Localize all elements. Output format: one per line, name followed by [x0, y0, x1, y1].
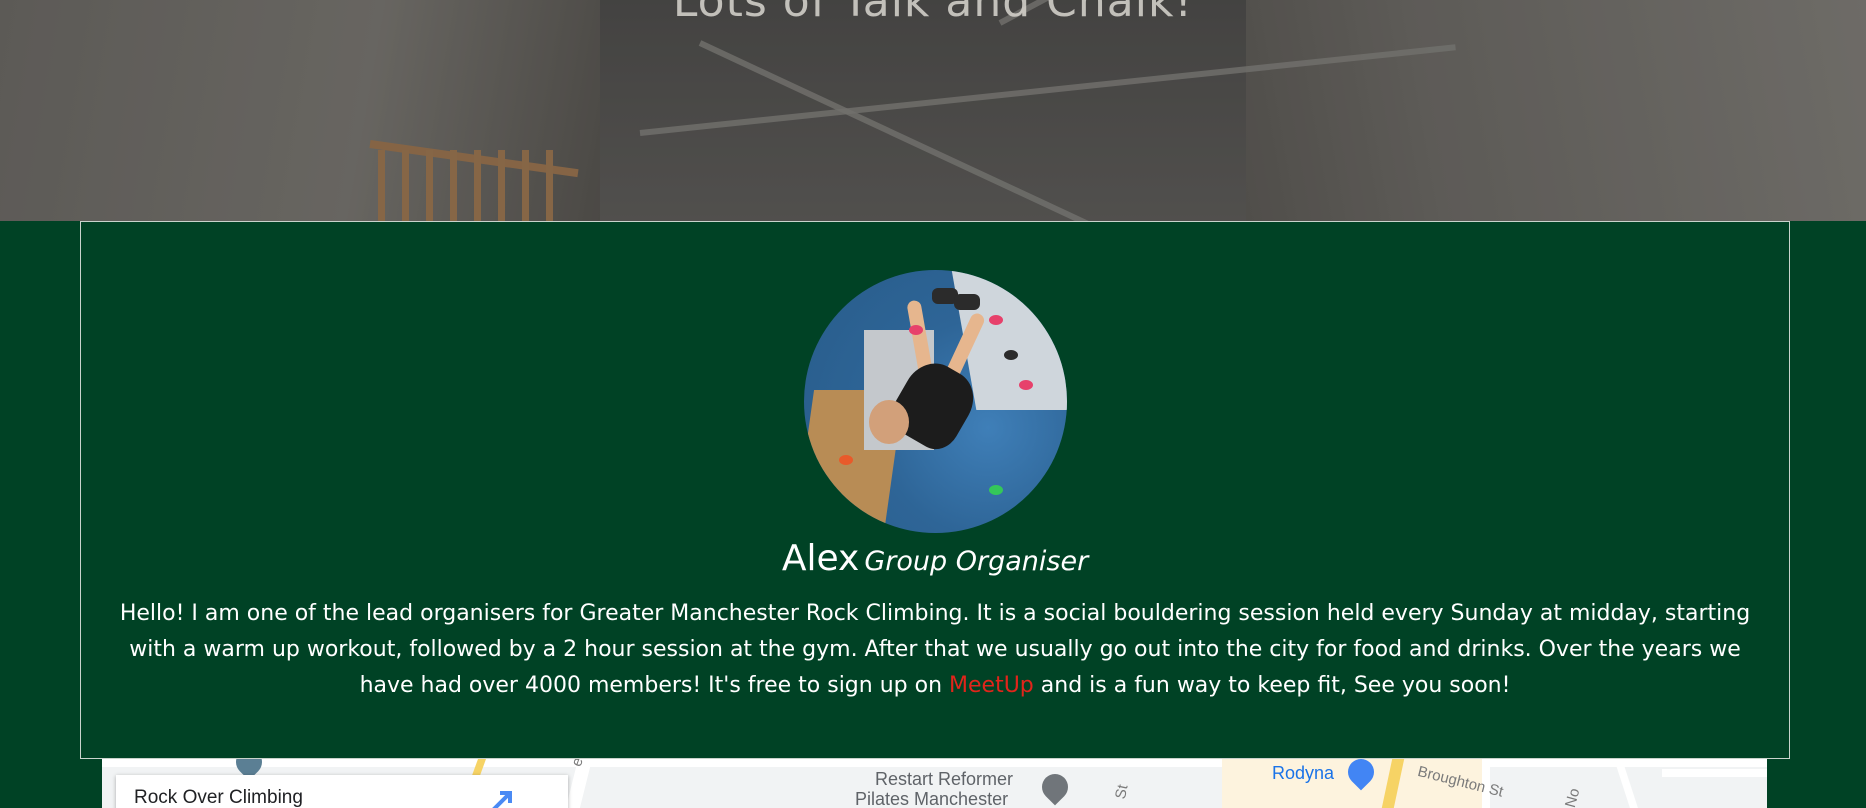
poi-label-restart: Restart Reformer: [875, 769, 1014, 789]
hero-banner: Lots of Talk and Chalk!: [0, 0, 1866, 221]
map-place-title: Rock Over Climbing: [134, 787, 303, 808]
organiser-name: Alex: [781, 538, 860, 579]
bio-text-end: and is a fun way to keep fit, See you so…: [1040, 673, 1511, 698]
organiser-bio: Hello! I am one of the lead organisers f…: [115, 596, 1755, 704]
map-place-card: Rock Over Climbing: [116, 775, 568, 808]
hero-title: Lots of Talk and Chalk!: [672, 0, 1194, 27]
poi-label-rodyna[interactable]: Rodyna: [1272, 763, 1334, 784]
poi-label-restart-2: Pilates Manchester: [855, 789, 1009, 808]
location-map[interactable]: erloo R Restart Reformer Pilates Manches…: [102, 759, 1767, 808]
organiser-avatar: [804, 270, 1067, 533]
directions-icon[interactable]: [488, 787, 518, 808]
meetup-link[interactable]: MeetUp: [949, 673, 1034, 698]
street-label: St: [1112, 783, 1132, 801]
street-label: No: [1562, 786, 1584, 808]
organiser-role: Group Organiser: [864, 546, 1089, 577]
hero-overlay: [0, 0, 1866, 221]
map-pin-icon[interactable]: [1036, 768, 1074, 806]
organiser-card: Alex Group Organiser Hello! I am one of …: [80, 221, 1790, 759]
organiser-name-line: Alex Group Organiser: [81, 538, 1789, 579]
